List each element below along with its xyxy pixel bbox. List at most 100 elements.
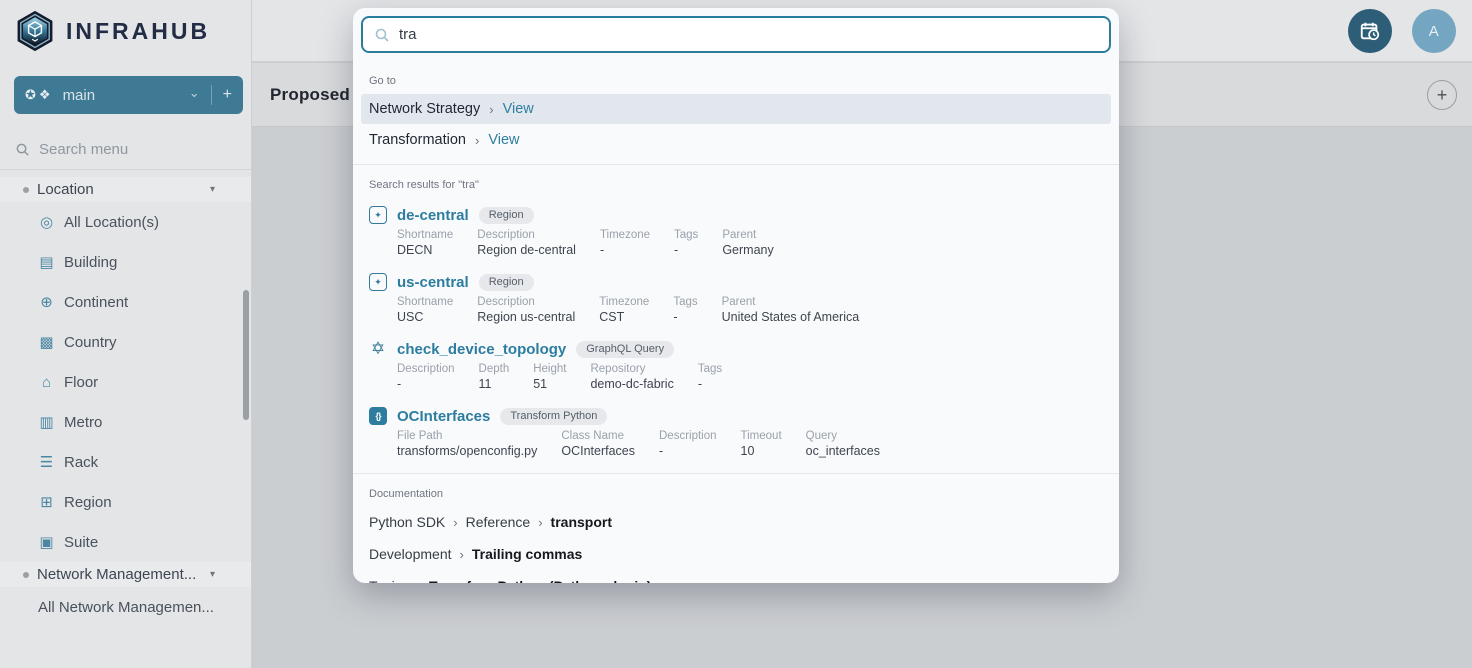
sidebar-item[interactable]: Suite: [0, 522, 251, 562]
sidebar-item[interactable]: Floor: [0, 362, 251, 402]
result-field: Timeout 10: [741, 430, 782, 458]
calendar-clock-icon: [1359, 20, 1381, 42]
chevron-down-icon[interactable]: ⌄: [189, 85, 200, 101]
sidebar-item[interactable]: Continent: [0, 282, 251, 322]
result-field: Description Region us-central: [477, 296, 575, 324]
search-icon: [374, 27, 390, 43]
result-field: Timezone CST: [599, 296, 649, 324]
app-logo[interactable]: INFRAHUB: [0, 0, 251, 62]
schedule-button[interactable]: [1348, 9, 1392, 53]
result-field: File Path transforms/openconfig.py: [397, 430, 537, 458]
sidebar-search-input[interactable]: [39, 141, 219, 158]
sidebar-scrollbar[interactable]: [243, 290, 249, 420]
sidebar-item-icon: [38, 293, 55, 311]
documentation-section: Documentation Python SDK › Reference › t…: [353, 474, 1119, 583]
view-link[interactable]: View: [488, 132, 519, 148]
sidebar-group-header[interactable]: Network Management... ▾: [0, 562, 251, 587]
result-field: Query oc_interfaces: [806, 430, 880, 458]
sidebar-item-icon: [38, 493, 55, 511]
sidebar-item-icon: [38, 213, 55, 231]
branch-icon: ❖: [39, 87, 51, 103]
result-title[interactable]: OCInterfaces: [397, 408, 490, 425]
result-title[interactable]: check_device_topology: [397, 341, 566, 358]
search-icon: [15, 142, 30, 157]
result-field: Tags -: [698, 363, 722, 391]
goto-row[interactable]: Transformation › View: [361, 125, 1111, 155]
chevron-right-icon: ›: [489, 102, 493, 117]
sidebar-group-header[interactable]: Location ▾: [0, 177, 251, 202]
doc-breadcrumb-segment: Python SDK: [369, 514, 445, 530]
sidebar-item-icon: [38, 413, 55, 431]
page-title: Proposed: [270, 85, 350, 105]
search-result[interactable]: check_device_topology GraphQL Query Desc…: [353, 331, 1119, 398]
documentation-row[interactable]: Topics › TransformPython (Python plugin): [353, 570, 1119, 583]
doc-breadcrumb-segment: Reference: [466, 514, 531, 530]
sidebar-menu: Location ▾ All Location(s) Building: [0, 177, 251, 627]
chevron-right-icon: ›: [475, 133, 479, 148]
caret-down-icon: ▾: [210, 569, 215, 580]
sidebar-item-icon: [38, 374, 55, 391]
sidebar-item[interactable]: Metro: [0, 402, 251, 442]
result-type-icon: [369, 340, 387, 358]
sidebar-item[interactable]: Rack: [0, 442, 251, 482]
chevron-right-icon: ›: [417, 579, 421, 584]
doc-target: Trailing commas: [472, 546, 582, 562]
logo-wordmark: INFRAHUB: [66, 18, 210, 45]
branch-selector[interactable]: ✪ ❖ main ⌄ +: [14, 76, 243, 114]
sidebar-item[interactable]: All Network Managemen...: [0, 587, 251, 627]
result-field: Tags -: [674, 229, 698, 257]
sidebar-item[interactable]: Country: [0, 322, 251, 362]
sidebar-item[interactable]: All Location(s): [0, 202, 251, 242]
create-branch-button[interactable]: +: [223, 86, 232, 104]
result-field: Shortname USC: [397, 296, 453, 324]
result-field: Description -: [397, 363, 455, 391]
result-field: Timezone -: [600, 229, 650, 257]
sidebar-item[interactable]: Region: [0, 482, 251, 522]
documentation-row[interactable]: Development › Trailing commas: [353, 538, 1119, 570]
global-search-input[interactable]: [399, 26, 1098, 43]
doc-target: TransformPython (Python plugin): [429, 578, 651, 583]
section-label: Go to: [353, 67, 1119, 93]
view-link[interactable]: View: [503, 101, 534, 117]
search-result[interactable]: OCInterfaces Transform Python File Path …: [353, 398, 1119, 465]
global-search-box[interactable]: [361, 16, 1111, 53]
divider: [211, 85, 212, 105]
bullet-icon: [23, 187, 29, 193]
search-result[interactable]: de-central Region Shortname DECN Des: [353, 197, 1119, 264]
global-search-modal: Go to Network Strategy › View Transforma…: [353, 8, 1119, 583]
doc-target: transport: [551, 514, 612, 530]
search-result[interactable]: us-central Region Shortname USC Desc: [353, 264, 1119, 331]
bullet-icon: [23, 572, 29, 578]
user-avatar[interactable]: A: [1412, 9, 1456, 53]
sidebar-item[interactable]: Building: [0, 242, 251, 282]
result-field: Parent United States of America: [722, 296, 860, 324]
doc-breadcrumb-segment: Development: [369, 546, 452, 562]
result-title[interactable]: de-central: [397, 207, 469, 224]
result-kind-badge: Region: [479, 274, 534, 291]
result-kind-badge: GraphQL Query: [576, 341, 674, 358]
result-type-icon: [369, 407, 387, 425]
result-field: Repository demo-dc-fabric: [590, 363, 673, 391]
documentation-row[interactable]: Python SDK › Reference › transport: [353, 506, 1119, 538]
add-button[interactable]: +: [1427, 80, 1457, 110]
results-section: Search results for "tra" de-central Regi…: [353, 165, 1119, 474]
result-kind-badge: Region: [479, 207, 534, 224]
result-type-icon: [369, 206, 387, 224]
sidebar-search[interactable]: [0, 130, 251, 170]
result-kind-badge: Transform Python: [500, 408, 607, 425]
branch-name: main: [63, 87, 189, 104]
result-field: Parent Germany: [722, 229, 773, 257]
chevron-right-icon: ›: [538, 515, 542, 530]
result-field: Depth 11: [479, 363, 510, 391]
sidebar-item-icon: [38, 253, 55, 271]
result-field: Shortname DECN: [397, 229, 453, 257]
sidebar-item-icon: [38, 533, 55, 551]
goto-row[interactable]: Network Strategy › View: [361, 94, 1111, 124]
result-type-icon: [369, 273, 387, 291]
result-field: Height 51: [533, 363, 566, 391]
result-title[interactable]: us-central: [397, 274, 469, 291]
section-label: Search results for "tra": [353, 171, 1119, 197]
result-field: Description Region de-central: [477, 229, 576, 257]
goto-name: Transformation: [369, 132, 466, 148]
chevron-right-icon: ›: [460, 547, 464, 562]
